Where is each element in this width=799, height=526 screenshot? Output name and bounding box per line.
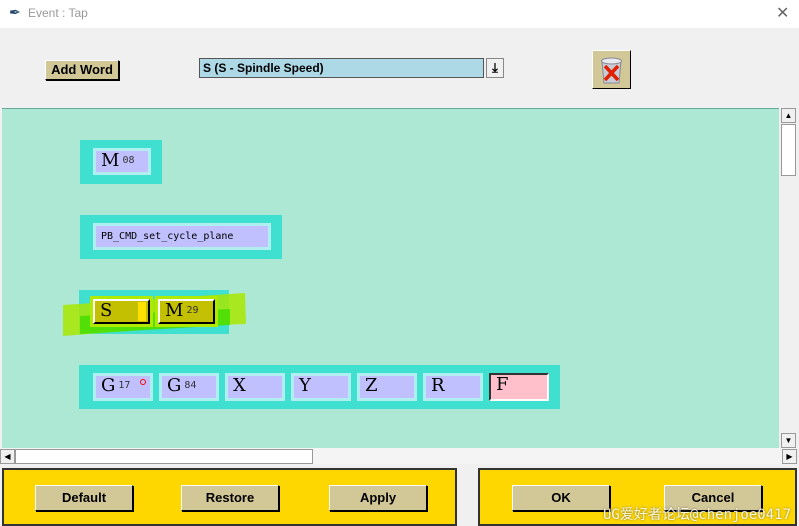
word-r[interactable]: R bbox=[423, 373, 483, 401]
block-cycle[interactable]: G 17 G 84 X Y Z R F bbox=[79, 365, 560, 409]
block-pb-cmd[interactable]: PB_CMD_set_cycle_plane bbox=[80, 215, 282, 259]
cursor-marker bbox=[138, 302, 146, 321]
horizontal-scroll-thumb[interactable] bbox=[15, 449, 313, 464]
modal-indicator-icon bbox=[140, 379, 146, 385]
window-title: Event : Tap bbox=[28, 6, 88, 20]
word-f[interactable]: F bbox=[489, 373, 549, 401]
close-icon[interactable]: ✕ bbox=[776, 3, 789, 23]
scroll-up-icon[interactable]: ▲ bbox=[781, 108, 796, 123]
watermark: UG爱好者论坛@chenjoe0417 bbox=[603, 507, 792, 523]
word-x[interactable]: X bbox=[225, 373, 285, 401]
vertical-scroll-thumb[interactable] bbox=[781, 124, 796, 176]
feather-icon: ✒ bbox=[9, 4, 21, 20]
default-button[interactable]: Default bbox=[35, 485, 133, 511]
scroll-left-icon[interactable]: ◀ bbox=[0, 449, 15, 464]
word-pb-cmd[interactable]: PB_CMD_set_cycle_plane bbox=[93, 223, 271, 250]
word-select[interactable]: S (S - Spindle Speed) bbox=[199, 58, 484, 78]
left-button-panel: Default Restore Apply bbox=[2, 468, 457, 526]
block-m08[interactable]: M 08 bbox=[80, 140, 162, 184]
word-g84[interactable]: G 84 bbox=[159, 373, 219, 401]
word-z[interactable]: Z bbox=[357, 373, 417, 401]
apply-button[interactable]: Apply bbox=[329, 485, 427, 511]
scroll-right-icon[interactable]: ▶ bbox=[782, 449, 797, 464]
word-m29[interactable]: M 29 bbox=[155, 296, 218, 327]
restore-button[interactable]: Restore bbox=[181, 485, 279, 511]
word-y[interactable]: Y bbox=[291, 373, 351, 401]
scroll-down-icon[interactable]: ▼ bbox=[781, 433, 796, 448]
vertical-scrollbar[interactable]: ▲ ▼ bbox=[779, 108, 797, 448]
word-g17[interactable]: G 17 bbox=[93, 373, 153, 401]
highlight-stroke bbox=[63, 293, 246, 336]
add-word-button[interactable]: Add Word bbox=[45, 60, 119, 80]
word-s-selected[interactable]: S bbox=[90, 296, 153, 327]
word-m08[interactable]: M 08 bbox=[93, 148, 151, 175]
trash-delete-icon bbox=[601, 57, 622, 84]
dropdown-arrow-icon[interactable]: ⤓ bbox=[486, 58, 504, 78]
word-canvas[interactable]: M 08 PB_CMD_set_cycle_plane S M 29 G 17 G 84… bbox=[2, 108, 779, 449]
ok-button[interactable]: OK bbox=[512, 485, 610, 511]
horizontal-scrollbar[interactable]: ◀ ▶ bbox=[0, 448, 797, 464]
title-bar bbox=[0, 0, 799, 28]
trash-button[interactable] bbox=[592, 50, 631, 89]
